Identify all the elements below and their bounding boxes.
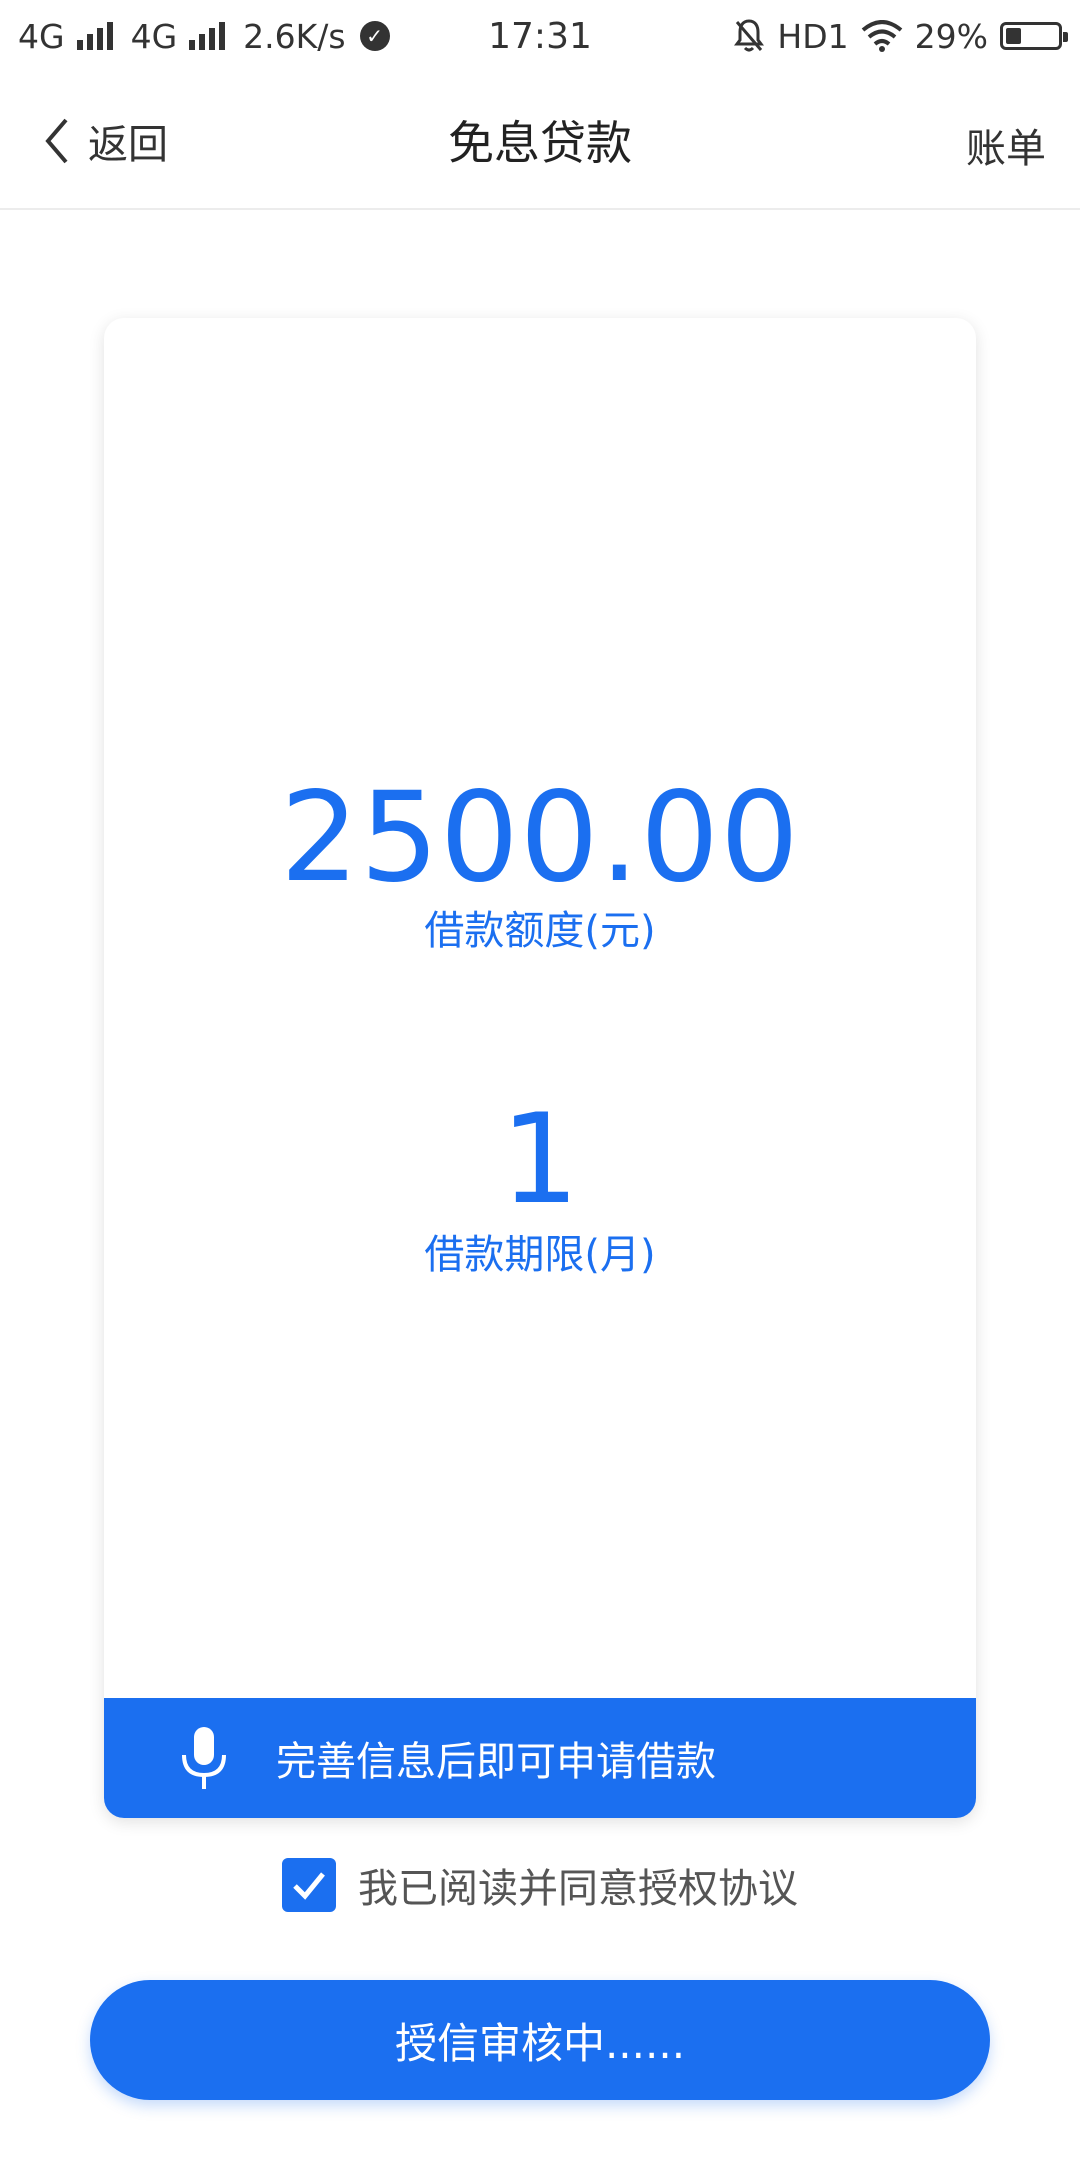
loan-amount: 2500.00 xyxy=(280,766,800,910)
credit-review-button[interactable]: 授信审核中...... xyxy=(90,1980,990,2100)
back-label: 返回 xyxy=(88,122,168,168)
loan-amount-label: 借款额度(元) xyxy=(424,908,656,954)
battery-icon xyxy=(1000,22,1068,50)
loan-card: 2500.00 借款额度(元) 1 借款期限(月) 完善信息后即可申请借款 xyxy=(104,318,976,1818)
back-button[interactable]: 返回 xyxy=(42,112,168,170)
agreement-checkbox[interactable] xyxy=(282,1858,336,1912)
chevron-left-icon xyxy=(45,118,68,164)
nav-bar: 返回 免息贷款 账单 xyxy=(0,72,1080,210)
loan-term-label: 借款期限(月) xyxy=(424,1232,656,1278)
info-banner-text: 完善信息后即可申请借款 xyxy=(276,1739,716,1785)
page: 4G 4G 2.6K/s ✓ 17:31 HD1 29% 返回 免息贷款 账单 … xyxy=(0,0,1080,2160)
info-banner[interactable]: 完善信息后即可申请借款 xyxy=(104,1698,976,1818)
page-title: 免息贷款 xyxy=(448,116,632,170)
agreement-row: 我已阅读并同意授权协议 xyxy=(0,1856,1080,1914)
status-bar: 4G 4G 2.6K/s ✓ 17:31 HD1 29% xyxy=(0,0,1080,72)
agreement-text[interactable]: 我已阅读并同意授权协议 xyxy=(358,1856,798,1914)
status-time: 17:31 xyxy=(488,15,592,57)
checkmark-icon xyxy=(293,1872,325,1900)
bill-button[interactable]: 账单 xyxy=(966,116,1046,174)
microphone-icon xyxy=(182,1727,226,1789)
loan-term: 1 xyxy=(500,1088,580,1232)
